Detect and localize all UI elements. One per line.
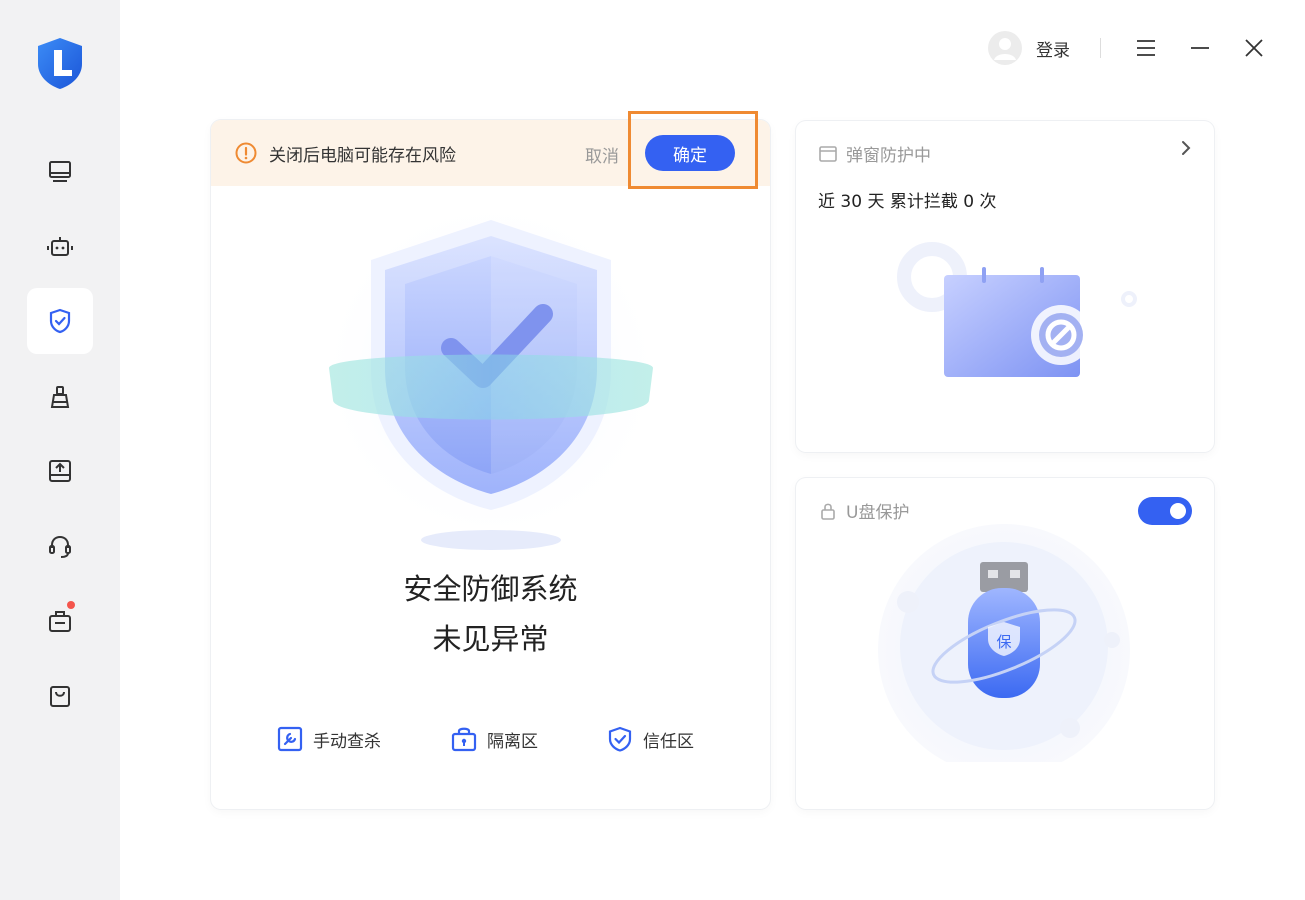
popup-card-header: 弹窗防护中 [818,141,931,166]
tool-manual-scan[interactable]: 手动查杀 [277,726,381,752]
sidebar-item-disk[interactable] [27,438,93,504]
divider [1100,38,1101,58]
toolbox-icon [49,611,71,632]
lock-icon [821,503,835,520]
usb-card-header: U盘保护 [818,498,909,523]
popup-block-stat: 近 30 天 累计拦截 0 次 [818,192,997,212]
warning-text: 关闭后电脑可能存在风险 [269,145,456,166]
trust-zone-icon [608,726,632,752]
broom-icon [50,386,70,408]
shopping-bag-icon [50,686,70,707]
usb-drive-illustration: 保 [878,524,1130,762]
sidebar-item-monitor[interactable] [27,139,93,205]
avatar-icon [994,38,1016,60]
sidebar-item-cleanup[interactable] [27,364,93,430]
usb-protection-toggle[interactable] [1138,497,1192,525]
popup-card-title: 弹窗防护中 [846,146,931,166]
app-logo-shield-icon [34,36,86,90]
toggle-knob [1170,503,1186,519]
quarantine-icon [451,727,477,752]
shield-check-icon [49,308,71,334]
sidebar-item-store[interactable] [27,663,93,729]
sidebar-item-security[interactable] [27,288,93,354]
tool-label: 信任区 [643,731,694,752]
disk-upload-icon [49,460,71,482]
menu-button[interactable] [1135,37,1157,59]
robot-icon [47,237,73,256]
sidebar-item-support[interactable] [27,513,93,579]
status-subtitle: 未见异常 [432,622,549,656]
tool-label: 手动查杀 [313,731,381,752]
login-link[interactable]: 登录 [1036,36,1070,61]
menu-icon [1137,40,1155,56]
tool-trust-zone[interactable]: 信任区 [607,726,694,752]
status-title: 安全防御系统 [403,572,578,606]
popup-protection-card[interactable]: 弹窗防护中 近 30 天 累计拦截 0 次 [796,121,1214,452]
usb-card-title: U盘保护 [846,503,910,523]
warning-icon [235,142,257,164]
topbar: 登录 [988,28,1265,68]
sidebar [0,0,120,900]
avatar[interactable] [988,31,1022,65]
sidebar-item-toolbox[interactable] [27,588,93,654]
close-icon [1245,39,1263,57]
sidebar-item-robot[interactable] [27,214,93,280]
usb-protection-card: U盘保护 保 [796,478,1214,809]
chevron-right-icon[interactable] [1176,137,1196,159]
tool-quarantine[interactable]: 隔离区 [451,726,538,752]
confirm-button[interactable]: 确定 [645,135,735,171]
notification-badge [67,601,75,609]
security-status-card: 关闭后电脑可能存在风险 取消 确定 安全防御系统 未见异常 手动查杀 隔离区 信… [211,120,770,809]
warning-bar: 关闭后电脑可能存在风险 取消 确定 [211,120,770,186]
close-button[interactable] [1243,37,1265,59]
monitor-icon [49,161,71,182]
minimize-icon [1191,47,1209,49]
usb-badge-text: 保 [996,633,1011,651]
window-icon [819,145,837,162]
headset-icon [49,535,71,558]
manual-scan-icon [277,726,303,752]
blocked-window-illustration [897,242,1137,377]
cancel-button[interactable]: 取消 [585,142,619,167]
shield-illustration [316,200,666,550]
minimize-button[interactable] [1189,37,1211,59]
tool-label: 隔离区 [487,731,538,752]
